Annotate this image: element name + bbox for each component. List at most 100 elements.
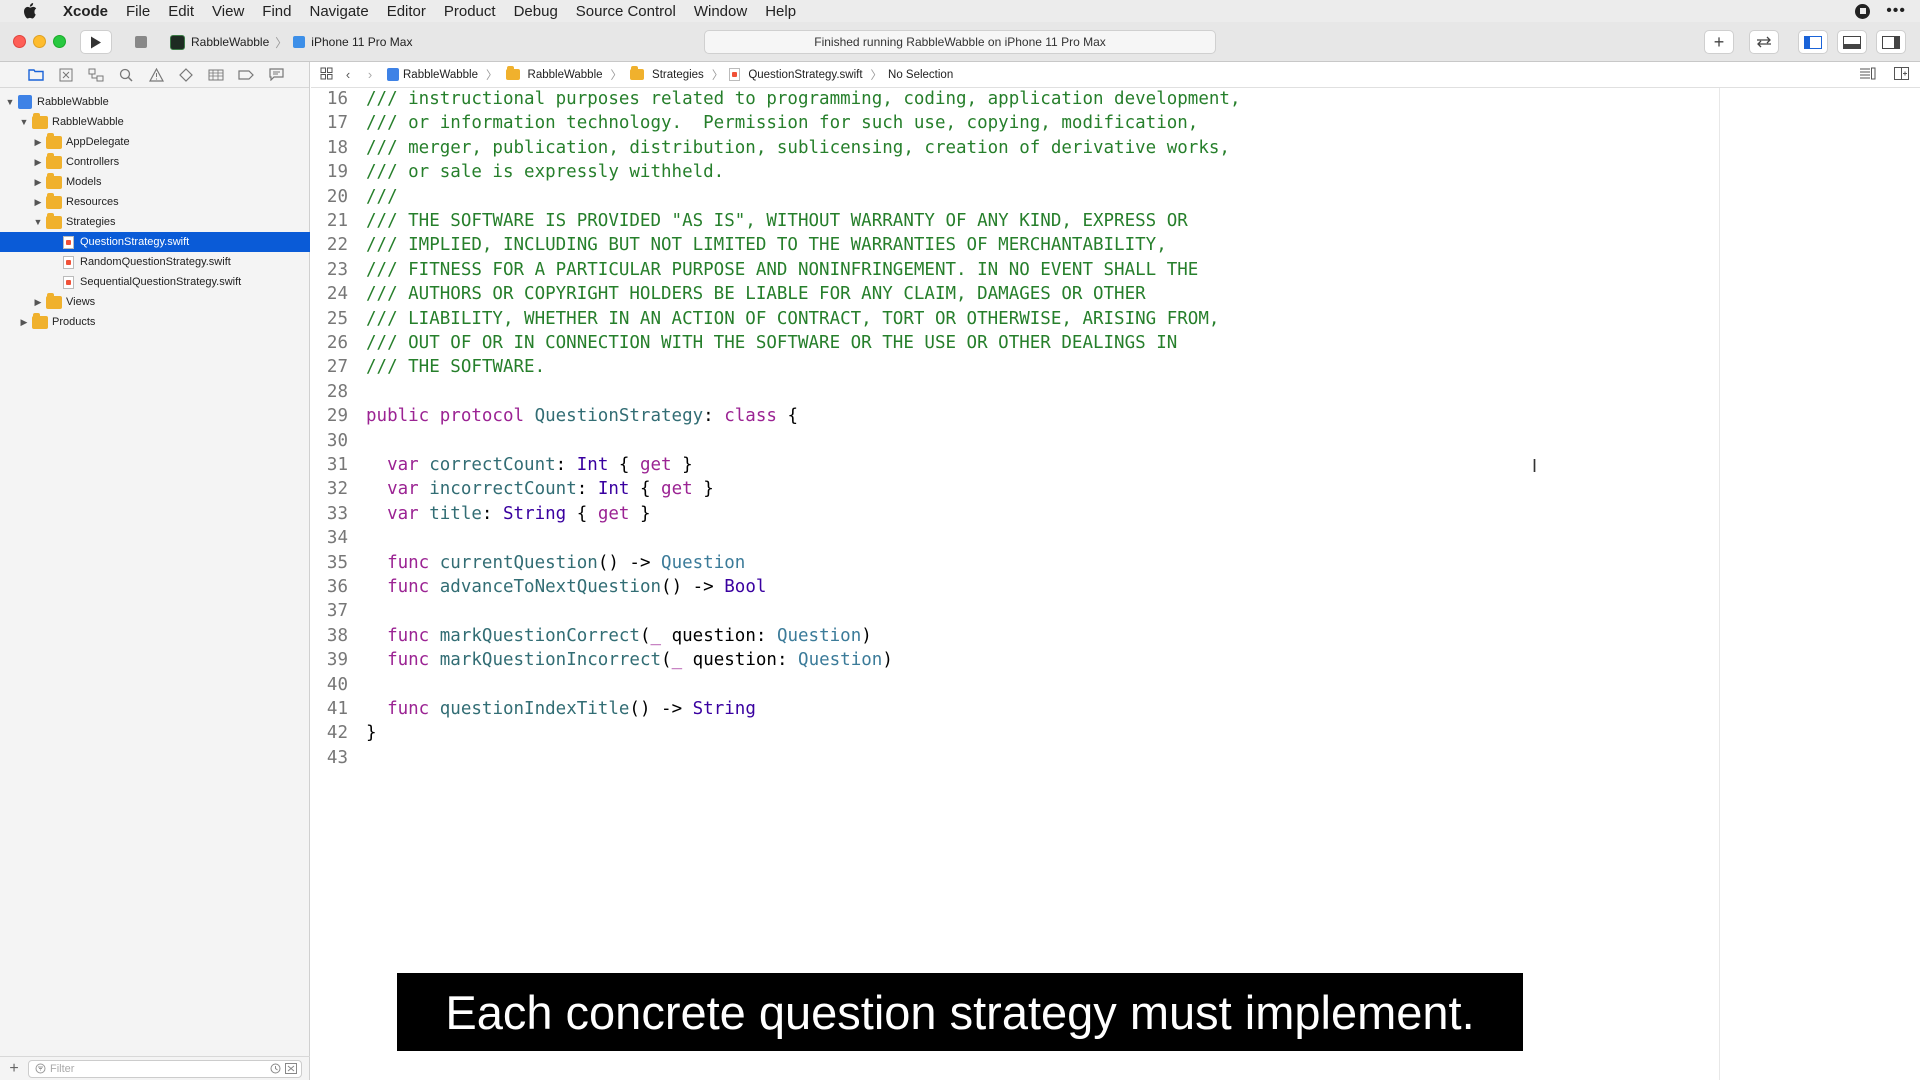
line-number: 33 — [326, 503, 348, 524]
code-line: 28 — [311, 380, 1711, 404]
code-line: 26 /// OUT OF OR IN CONNECTION WITH THE S… — [311, 331, 1711, 355]
code-token: String — [692, 699, 756, 719]
library-button[interactable]: + — [1704, 30, 1734, 54]
code-token: /// — [366, 186, 398, 207]
disclosure-closed-icon[interactable]: ▶ — [32, 297, 44, 308]
group-tree-item[interactable]: ▶ Products — [0, 312, 310, 332]
breadcrumb-label: Strategies — [652, 68, 704, 81]
search-icon[interactable] — [116, 66, 136, 84]
debug-navigator-icon[interactable] — [206, 66, 226, 84]
test-navigator-icon[interactable] — [176, 66, 196, 84]
code-review-button[interactable] — [1749, 30, 1779, 54]
menu-debug[interactable]: Debug — [505, 3, 567, 20]
group-tree-item[interactable]: ▶ AppDelegate — [0, 132, 310, 152]
close-window-button[interactable] — [13, 35, 26, 48]
breadcrumb-group[interactable]: RabbleWabble 〉 — [504, 66, 622, 83]
go-back-icon[interactable]: ‹ — [337, 67, 359, 82]
swift-file-icon — [63, 235, 74, 249]
code-token: var — [387, 479, 430, 500]
menu-xcode[interactable]: Xcode — [54, 3, 117, 20]
code-token: Question — [776, 625, 862, 646]
file-tree-item[interactable]: SequentialQuestionStrategy.swift — [0, 272, 310, 292]
file-tree-item[interactable]: RandomQuestionStrategy.swift — [0, 252, 310, 272]
scm-filter-icon[interactable] — [285, 1063, 297, 1074]
stop-button[interactable] — [125, 30, 157, 54]
menu-file[interactable]: File — [117, 3, 159, 20]
menu-editor[interactable]: Editor — [378, 3, 435, 20]
breadcrumb-folder[interactable]: Strategies 〉 — [628, 66, 723, 83]
code-token: _ — [671, 650, 683, 671]
related-items-icon[interactable] — [315, 67, 337, 83]
tree-item-label: AppDelegate — [66, 136, 130, 148]
source-control-icon[interactable] — [56, 66, 76, 84]
file-tree-item[interactable]: QuestionStrategy.swift — [0, 232, 310, 252]
project-navigator: ▼ RabbleWabble ▼ RabbleWabble ▶ AppDelegate ▶ C… — [0, 62, 310, 1080]
disclosure-closed-icon[interactable]: ▶ — [32, 137, 44, 148]
recent-files-icon[interactable] — [270, 1063, 281, 1074]
line-number: 36 — [326, 577, 348, 597]
add-file-button[interactable]: + — [0, 1060, 28, 1078]
disclosure-open-icon[interactable]: ▼ — [4, 97, 16, 107]
breadcrumb-label: QuestionStrategy.swift — [748, 68, 863, 81]
line-number: 26 — [326, 333, 348, 353]
toggle-debug-area-button[interactable] — [1837, 30, 1867, 54]
source-editor[interactable]: 16 /// instructional purposes related to … — [311, 88, 1719, 1080]
code-token: incorrectCount — [429, 479, 577, 500]
code-token: correctCount — [429, 455, 556, 475]
zoom-window-button[interactable] — [53, 35, 66, 48]
scheme-selector[interactable]: RabbleWabble 〉 iPhone 11 Pro Max — [170, 30, 412, 54]
toggle-navigator-button[interactable] — [1798, 30, 1828, 54]
scheme-name[interactable]: RabbleWabble — [191, 35, 269, 49]
more-menu-icon[interactable]: ••• — [1886, 2, 1906, 20]
menu-edit[interactable]: Edit — [159, 3, 203, 20]
menu-find[interactable]: Find — [253, 3, 300, 20]
disclosure-open-icon[interactable]: ▼ — [18, 117, 30, 127]
breadcrumb-project[interactable]: RabbleWabble 〉 — [387, 67, 498, 83]
group-tree-item[interactable]: ▶ Models — [0, 172, 310, 192]
filter-field[interactable]: Filter — [28, 1059, 302, 1078]
run-button[interactable] — [80, 30, 112, 54]
device-name[interactable]: iPhone 11 Pro Max — [311, 35, 412, 49]
menu-product[interactable]: Product — [435, 3, 505, 20]
group-tree-item[interactable]: ▶ Views — [0, 292, 310, 312]
code-line: 20 /// — [311, 185, 1711, 209]
editor-options-icon[interactable] — [1856, 67, 1878, 83]
group-tree-item[interactable]: ▶ Resources — [0, 192, 310, 212]
group-tree-item[interactable]: ▼ RabbleWabble — [0, 92, 310, 112]
symbol-navigator-icon[interactable] — [86, 66, 106, 84]
toggle-inspector-button[interactable] — [1876, 30, 1906, 54]
go-forward-icon[interactable]: › — [359, 67, 381, 82]
code-line: 24 /// AUTHORS OR COPYRIGHT HOLDERS BE LI… — [311, 282, 1711, 306]
breakpoint-navigator-icon[interactable] — [236, 66, 256, 84]
menu-help[interactable]: Help — [756, 3, 805, 20]
breadcrumb-symbol[interactable]: No Selection — [888, 69, 953, 81]
tree-item-label: QuestionStrategy.swift — [80, 236, 190, 248]
code-token: /// THE SOFTWARE IS PROVIDED "AS IS", WI… — [366, 211, 1188, 231]
code-token: () -> — [661, 577, 725, 597]
code-token: /// or information technology. Permissio… — [366, 113, 1199, 134]
breadcrumb-file[interactable]: QuestionStrategy.swift 〉 — [729, 67, 882, 83]
report-navigator-icon[interactable] — [266, 66, 286, 84]
folder-navigator-icon[interactable] — [26, 66, 46, 84]
disclosure-closed-icon[interactable]: ▶ — [18, 317, 30, 328]
split-editor-icon[interactable] — [1890, 66, 1912, 83]
warning-icon[interactable] — [146, 66, 166, 84]
apple-icon[interactable] — [20, 1, 40, 21]
disclosure-closed-icon[interactable]: ▶ — [32, 177, 44, 188]
group-tree-item[interactable]: ▼ Strategies — [0, 212, 310, 232]
right-panel-icon — [1882, 35, 1900, 49]
code-line: 27 /// THE SOFTWARE. — [311, 355, 1711, 379]
menu-source-control[interactable]: Source Control — [567, 3, 685, 20]
group-tree-item[interactable]: ▼ RabbleWabble — [0, 112, 310, 132]
group-tree-item[interactable]: ▶ Controllers — [0, 152, 310, 172]
disclosure-closed-icon[interactable]: ▶ — [32, 157, 44, 168]
menu-view[interactable]: View — [203, 3, 253, 20]
disclosure-open-icon[interactable]: ▼ — [32, 217, 44, 227]
minimize-window-button[interactable] — [33, 35, 46, 48]
menu-window[interactable]: Window — [685, 3, 756, 20]
record-stop-icon[interactable] — [1855, 3, 1871, 19]
code-line: 35 func currentQuestion() -> Question — [311, 551, 1711, 575]
menu-navigate[interactable]: Navigate — [300, 3, 377, 20]
disclosure-closed-icon[interactable]: ▶ — [32, 197, 44, 208]
chevron-right-icon: 〉 — [275, 35, 288, 50]
